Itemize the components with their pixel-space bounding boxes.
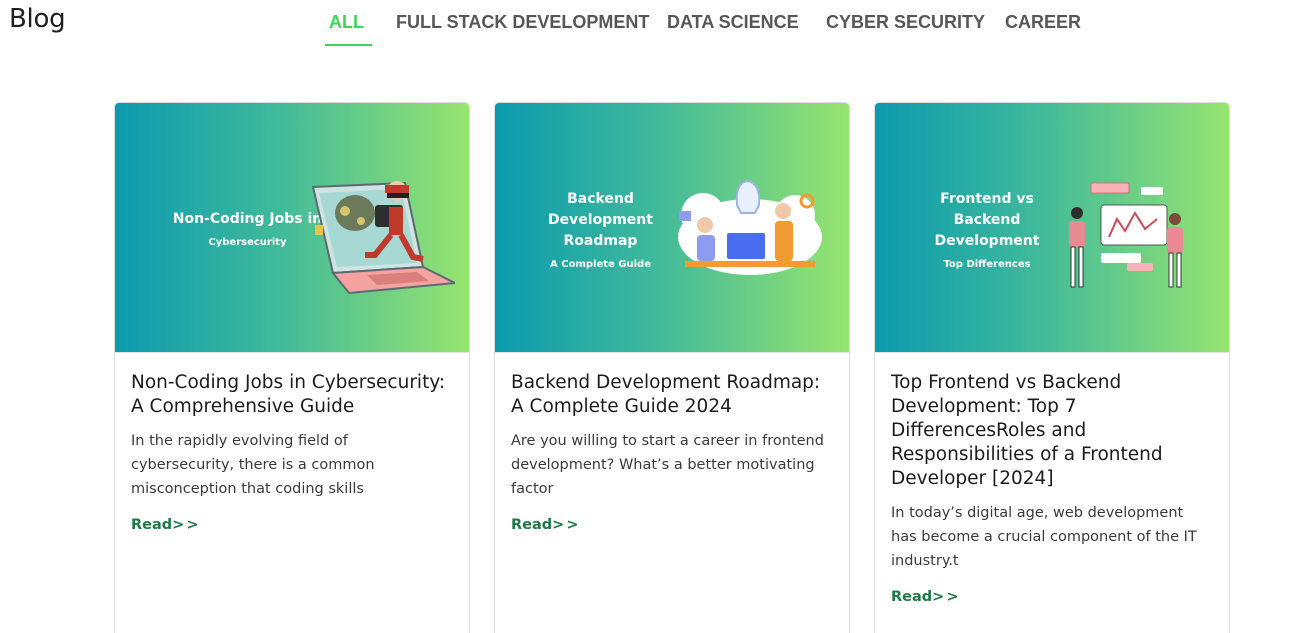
thief-escaping-laptop-icon [311,181,455,295]
tab-cyber-security[interactable]: CYBER SECURITY [826,12,985,46]
blog-card[interactable]: Non-Coding Jobs in Cybersecurity Non-Cod… [114,102,470,633]
banner-subheading: A Complete Guide [550,259,651,270]
category-tabs: ALL FULL STACK DEVELOPMENT DATA SCIENCE … [0,0,1293,46]
banner-text: Backend Development Roadmap A Complete G… [513,189,688,272]
read-more-label: Read [131,517,173,533]
card-description: In the rapidly evolving field of cyberse… [131,433,375,497]
read-more-arrows: >> [172,517,201,533]
card-body: Non-Coding Jobs in Cybersecurity: A Comp… [115,353,469,533]
banner-heading: Frontend vs Backend Development [934,191,1040,249]
team-dashboard-icon [1069,182,1183,288]
read-more-link[interactable]: Read>> [891,589,960,605]
read-more-arrows: >> [552,517,581,533]
blog-card[interactable]: Backend Development Roadmap A Complete G… [494,102,850,633]
card-body: Backend Development Roadmap: A Complete … [495,353,849,533]
card-title[interactable]: Backend Development Roadmap: A Complete … [511,371,833,419]
card-title[interactable]: Top Frontend vs Backend Development: Top… [891,371,1213,491]
banner-subheading: Top Differences [943,259,1031,270]
blog-page: Blog ALL FULL STACK DEVELOPMENT DATA SCI… [0,0,1293,633]
tab-full-stack-development[interactable]: FULL STACK DEVELOPMENT [396,12,649,46]
developers-at-desk-icon [678,179,822,275]
banner-heading: Backend Development Roadmap [548,191,653,249]
card-description: Are you willing to start a career in fro… [511,433,824,497]
tab-data-science[interactable]: DATA SCIENCE [667,12,799,46]
card-body: Top Frontend vs Backend Development: Top… [875,353,1229,605]
read-more-arrows: >> [932,589,961,605]
tab-all[interactable]: ALL [325,12,372,46]
read-more-label: Read [891,589,933,605]
tab-career[interactable]: CAREER [1005,12,1081,46]
card-description: In today’s digital age, web development … [891,505,1197,569]
banner-text: Frontend vs Backend Development Top Diff… [907,189,1067,272]
read-more-link[interactable]: Read>> [131,517,200,533]
card-banner[interactable]: Frontend vs Backend Development Top Diff… [875,103,1229,353]
card-banner[interactable]: Backend Development Roadmap A Complete G… [495,103,849,353]
card-banner[interactable]: Non-Coding Jobs in Cybersecurity [115,103,469,353]
blog-card[interactable]: Frontend vs Backend Development Top Diff… [874,102,1230,633]
read-more-link[interactable]: Read>> [511,517,580,533]
read-more-label: Read [511,517,553,533]
card-title[interactable]: Non-Coding Jobs in Cybersecurity: A Comp… [131,371,453,419]
